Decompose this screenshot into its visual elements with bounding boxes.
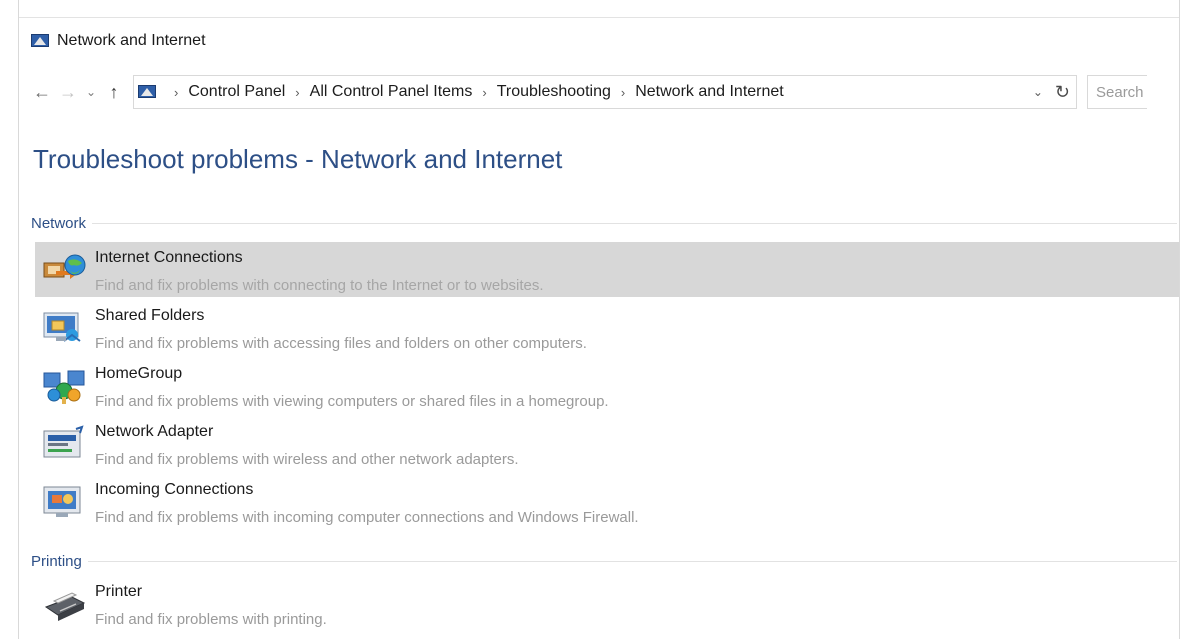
- troubleshooter-description: Find and fix problems with viewing compu…: [95, 393, 609, 410]
- network-section: Network Internet Connections Find and fi…: [31, 212, 1179, 532]
- troubleshooter-description: Find and fix problems with connecting to…: [95, 277, 544, 294]
- breadcrumb-separator[interactable]: ›: [482, 85, 486, 100]
- troubleshooter-name: Printer: [95, 583, 143, 600]
- breadcrumb-control-panel[interactable]: Control Panel: [188, 83, 285, 101]
- search-box[interactable]: [1087, 75, 1147, 109]
- troubleshooter-description: Find and fix problems with accessing fil…: [95, 335, 587, 352]
- troubleshooter-name: Shared Folders: [95, 307, 205, 324]
- breadcrumb-troubleshooting[interactable]: Troubleshooting: [497, 83, 611, 101]
- breadcrumb-separator[interactable]: ›: [621, 85, 625, 100]
- page-title: Troubleshoot problems - Network and Inte…: [33, 144, 563, 174]
- control-panel-window: Network and Internet ← → ⌄ ↑ › Control P…: [18, 0, 1180, 639]
- troubleshooter-shared-folders[interactable]: Shared Folders Find and fix problems wit…: [35, 300, 1179, 355]
- navigation-bar: ← → ⌄ ↑ › Control Panel › All Control Pa…: [29, 74, 1179, 110]
- troubleshooter-name: Internet Connections: [95, 249, 243, 266]
- troubleshooter-network-adapter[interactable]: Network Adapter Find and fix problems wi…: [35, 416, 1179, 471]
- back-arrow-icon[interactable]: ←: [29, 77, 55, 107]
- incoming-connections-icon: [39, 476, 89, 526]
- shared-folders-icon: [39, 302, 89, 352]
- section-label: Printing: [31, 552, 82, 570]
- troubleshooter-name: Network Adapter: [95, 423, 214, 440]
- address-location-icon[interactable]: [138, 84, 156, 100]
- title-bar: Network and Internet: [31, 28, 206, 54]
- address-bar-controls: ⌄ ↻: [1033, 76, 1070, 108]
- troubleshooter-description: Find and fix problems with incoming comp…: [95, 509, 639, 526]
- refresh-icon[interactable]: ↻: [1055, 82, 1070, 103]
- search-input[interactable]: [1096, 83, 1147, 101]
- internet-globe-icon: [39, 244, 89, 294]
- troubleshooter-name: HomeGroup: [95, 365, 183, 382]
- up-arrow-icon[interactable]: ↑: [101, 77, 127, 107]
- printing-section: Printing Printer Find and fix problems w…: [31, 550, 1177, 639]
- address-bar[interactable]: › Control Panel › All Control Panel Item…: [133, 75, 1077, 109]
- window-top-edge: [19, 0, 1179, 18]
- breadcrumb-network-and-internet[interactable]: Network and Internet: [635, 83, 784, 101]
- troubleshooter-description: Find and fix problems with printing.: [95, 611, 327, 628]
- section-label: Network: [31, 214, 87, 232]
- breadcrumb-all-control-panel-items[interactable]: All Control Panel Items: [310, 83, 473, 101]
- troubleshooter-name: Incoming Connections: [95, 481, 254, 498]
- troubleshooter-description: Find and fix problems with wireless and …: [95, 451, 519, 468]
- homegroup-icon: [39, 360, 89, 410]
- troubleshooter-incoming-connections[interactable]: Incoming Connections Find and fix proble…: [35, 474, 1179, 529]
- address-dropdown-chevron-icon[interactable]: ⌄: [1033, 85, 1043, 99]
- section-divider: [92, 222, 1177, 224]
- section-header-network: Network: [31, 212, 1177, 234]
- window-title: Network and Internet: [57, 32, 206, 49]
- breadcrumb-separator[interactable]: ›: [295, 85, 299, 100]
- forward-arrow-icon[interactable]: →: [55, 77, 81, 107]
- network-adapter-icon: [39, 418, 89, 468]
- control-panel-network-icon: [31, 33, 49, 49]
- troubleshooter-internet-connections[interactable]: Internet Connections Find and fix proble…: [35, 242, 1179, 297]
- breadcrumb-separator[interactable]: ›: [174, 85, 178, 100]
- recent-locations-chevron-icon[interactable]: ⌄: [81, 77, 101, 107]
- troubleshooter-printer[interactable]: Printer Find and fix problems with print…: [35, 576, 1179, 631]
- section-divider: [87, 560, 1177, 562]
- section-header-printing: Printing: [31, 550, 1177, 572]
- printer-icon: [39, 578, 89, 628]
- troubleshooter-homegroup[interactable]: HomeGroup Find and fix problems with vie…: [35, 358, 1179, 413]
